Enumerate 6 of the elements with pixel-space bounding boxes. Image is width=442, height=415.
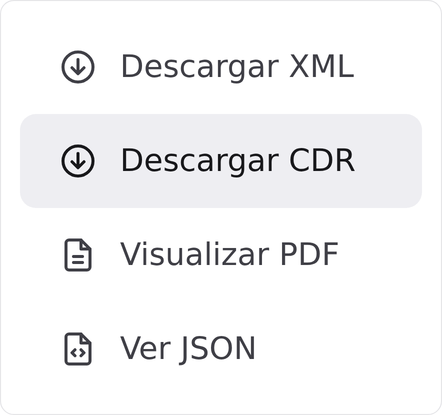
menu-item[interactable]: Visualizar PDF (20, 208, 422, 302)
menu-item[interactable]: Ver JSON (20, 302, 422, 396)
download-icon (60, 143, 96, 179)
menu-item[interactable]: Descargar CDR (20, 114, 422, 208)
menu-item[interactable]: Descargar XML (20, 20, 422, 114)
download-icon (60, 49, 96, 85)
